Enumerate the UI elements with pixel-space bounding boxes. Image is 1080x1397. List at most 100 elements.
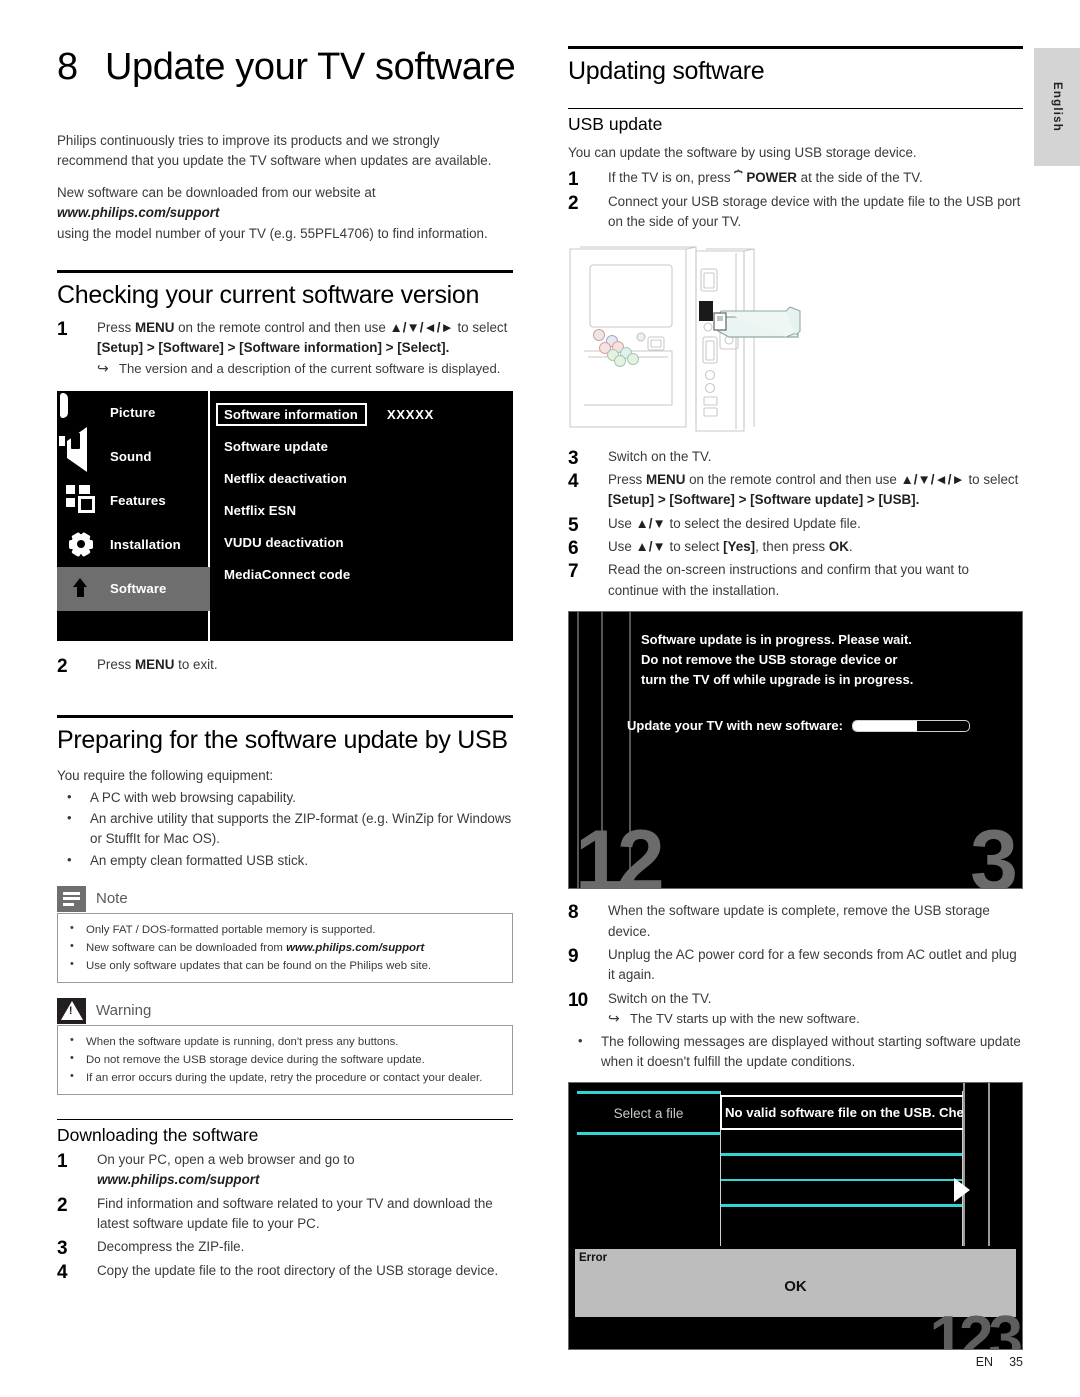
- step-item: 7 Read the on-screen instructions and co…: [568, 560, 1023, 601]
- arrow-keys: ▲/▼: [635, 515, 666, 531]
- list-separator: [721, 1204, 962, 1207]
- arrow-keys: ▲/▼/◄/►: [900, 471, 965, 487]
- step-number: 1: [57, 1150, 68, 1172]
- ok-button[interactable]: OK: [575, 1278, 1016, 1295]
- power-key: POWER: [746, 170, 797, 186]
- osd-option-label: Netflix ESN: [224, 503, 297, 519]
- step-text-d: .: [848, 539, 853, 554]
- warning-title: Warning: [96, 1002, 152, 1020]
- updating-software-heading: Updating software: [568, 57, 765, 85]
- osd-option-label: Software update: [224, 439, 329, 455]
- menu-path: [Setup] > [Software] > [Software informa…: [97, 340, 450, 356]
- warning-icon: [57, 997, 86, 1024]
- error-dialog-screenshot: Select a file No valid software file on …: [568, 1082, 1023, 1351]
- list-item: If an error occurs during the update, re…: [58, 1068, 508, 1087]
- panel-divider: [963, 1083, 965, 1247]
- usb-update-steps-3: 8 When the software update is complete, …: [568, 901, 1023, 1029]
- osd-item-label: Features: [110, 493, 166, 509]
- step-item: 4 Copy the update file to the root direc…: [57, 1261, 513, 1283]
- step-item: 10 Switch on the TV. The TV starts up wi…: [568, 989, 1023, 1030]
- step-item: 3 Decompress the ZIP-file.: [57, 1237, 513, 1259]
- step-number: 2: [57, 1194, 68, 1216]
- step-number: 4: [57, 1261, 68, 1283]
- list-item: Only FAT / DOS-formatted portable memory…: [58, 920, 508, 939]
- step-text-b: on the remote control and then use: [685, 471, 901, 487]
- features-icon: [66, 484, 98, 517]
- step-text: Copy the update file to the root directo…: [97, 1262, 499, 1278]
- step-text-a: If the TV is on, press: [608, 170, 735, 186]
- step-item: 2 Find information and software related …: [57, 1194, 513, 1235]
- sound-icon: [66, 426, 98, 473]
- step-item: 2 Connect your USB storage device with t…: [568, 192, 1023, 233]
- list-separator: [721, 1178, 962, 1182]
- list-item: A PC with web browsing capability.: [57, 787, 513, 808]
- step-item: 1 On your PC, open a web browser and go …: [57, 1150, 513, 1191]
- power-icon: ⏞: [734, 170, 743, 186]
- intro-p2-text-b: using the model number of your TV (e.g. …: [57, 225, 488, 241]
- error-label: Error: [579, 1252, 608, 1265]
- progress-bar: [851, 719, 970, 732]
- osd-option-software-update[interactable]: Software update: [212, 431, 513, 463]
- warning-body: When the software update is running, don…: [57, 1024, 513, 1095]
- step-text-a: Press: [608, 471, 646, 487]
- menu-key: MENU: [134, 656, 175, 672]
- step-number: 8: [568, 902, 579, 924]
- intro-paragraph-2: New software can be downloaded from our …: [57, 183, 513, 244]
- step-item: 5 Use ▲/▼ to select the desired Update f…: [568, 514, 1023, 536]
- osd-item-label: Installation: [110, 537, 181, 553]
- update-conditions-bullet: The following messages are displayed wit…: [568, 1031, 1023, 1072]
- checking-version-heading: Checking your current software version: [57, 280, 480, 309]
- right-column: Updating software USB update You can upd…: [568, 0, 1023, 1351]
- select-a-file-label: Select a file: [577, 1094, 720, 1136]
- step-item: 3 Switch on the TV.: [568, 447, 1023, 469]
- chevron-right-icon: [954, 1178, 970, 1203]
- step-item: 2 Press MENU to exit.: [57, 655, 513, 677]
- software-update-progress-screenshot: 12 3 Software update is in progress. Ple…: [568, 611, 1023, 890]
- osd-option-netflix-esn[interactable]: Netflix ESN: [212, 495, 513, 527]
- osd-item-label: Picture: [110, 405, 156, 421]
- osd-option-mediaconnect-code[interactable]: MediaConnect code: [212, 559, 513, 591]
- progress-message: Software update is in progress. Please w…: [641, 630, 1006, 689]
- osd-menu-item-sound[interactable]: Sound: [57, 426, 208, 479]
- step-number: 1: [57, 318, 68, 340]
- ok-key: OK: [828, 539, 849, 554]
- osd-right-pane: Software information XXXXX Software upda…: [212, 391, 513, 641]
- step-text-a: Press: [97, 656, 135, 672]
- file-list-panel: No valid software file on the USB. Chec: [720, 1091, 965, 1247]
- chapter-number: 8: [57, 46, 78, 88]
- usb-update-steps-1: 1 If the TV is on, press ⏞ POWER at the s…: [568, 168, 1023, 232]
- tv-usb-port-illustration: [568, 244, 801, 437]
- section-rule: [568, 108, 1023, 109]
- step-text: When the software update is complete, re…: [608, 903, 990, 939]
- osd-option-value: XXXXX: [386, 407, 434, 423]
- page-footer: EN 35: [976, 1355, 1023, 1369]
- footer-page-number: 35: [1009, 1355, 1023, 1369]
- osd-menu-item-software[interactable]: Software: [57, 566, 210, 611]
- osd-menu-item-installation[interactable]: Installation: [57, 523, 208, 567]
- step-number: 2: [57, 655, 68, 677]
- menu-key: MENU: [645, 471, 686, 487]
- osd-option-vudu-deactivation[interactable]: VUDU deactivation: [212, 527, 513, 559]
- preparing-bullets: A PC with web browsing capability. An ar…: [57, 787, 513, 871]
- section-rule: [568, 46, 1023, 49]
- usb-update-steps-2: 3 Switch on the TV. 4 Press MENU on the …: [568, 447, 1023, 602]
- error-osd-top: Select a file No valid software file on …: [569, 1083, 1022, 1247]
- list-item: When the software update is running, don…: [58, 1032, 508, 1051]
- list-separator: [721, 1153, 962, 1156]
- checking-steps-2: 2 Press MENU to exit.: [57, 655, 513, 677]
- downloading-heading: Downloading the software: [57, 1124, 259, 1145]
- osd-item-label: Software: [110, 581, 167, 597]
- osd-menu-item-features[interactable]: Features: [57, 479, 208, 523]
- list-item: An empty clean formatted USB stick.: [57, 850, 513, 871]
- software-arrow-icon: [66, 573, 98, 605]
- progress-bar-row: Update your TV with new software:: [627, 718, 970, 733]
- note-text: New software can be downloaded from: [86, 941, 287, 954]
- preparing-heading: Preparing for the software update by USB: [57, 725, 508, 754]
- left-column: 8 Update your TV software Philips contin…: [57, 0, 516, 1284]
- list-item: Do not remove the USB storage device dur…: [58, 1050, 508, 1069]
- osd-option-software-information[interactable]: Software information XXXXX: [212, 399, 513, 431]
- panel-divider: [988, 1083, 990, 1247]
- osd-option-netflix-deactivation[interactable]: Netflix deactivation: [212, 463, 513, 495]
- osd-item-label: Sound: [110, 449, 152, 465]
- checking-steps: 1 Press MENU on the remote control and t…: [57, 318, 513, 379]
